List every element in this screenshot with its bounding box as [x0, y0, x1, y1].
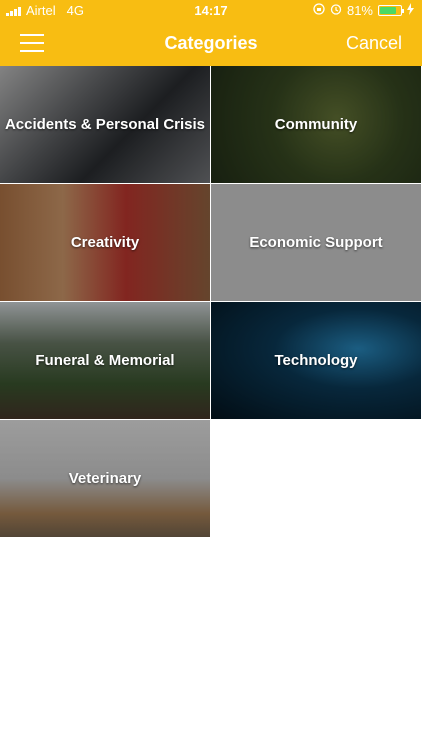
category-label: Funeral & Memorial [35, 352, 175, 369]
category-tile-creativity[interactable]: Creativity [0, 184, 210, 301]
category-label: Creativity [70, 234, 140, 251]
category-tile-economic-support[interactable]: Economic Support [211, 184, 421, 301]
category-tile-veterinary[interactable]: Veterinary [0, 420, 210, 537]
status-bar: Airtel 4G 14:17 81% [0, 0, 422, 22]
category-tile-accidents[interactable]: Accidents & Personal Crisis [0, 66, 210, 183]
orientation-lock-icon [313, 3, 325, 18]
category-label: Accidents & Personal Crisis [4, 116, 206, 133]
category-tile-community[interactable]: Community [211, 66, 421, 183]
category-label: Economic Support [249, 234, 383, 251]
alarm-clock-icon [330, 3, 342, 18]
category-label: Community [274, 116, 358, 133]
category-tile-funeral[interactable]: Funeral & Memorial [0, 302, 210, 419]
category-tile-technology[interactable]: Technology [211, 302, 421, 419]
status-right: 81% [313, 3, 414, 18]
category-label: Technology [274, 352, 358, 369]
charging-bolt-icon [407, 3, 414, 18]
category-label: Veterinary [68, 470, 142, 487]
battery-level [380, 7, 397, 14]
battery-icon [378, 5, 404, 16]
cancel-button[interactable]: Cancel [346, 33, 402, 54]
navigation-bar: Categories Cancel [0, 22, 422, 66]
battery-percent: 81% [346, 3, 373, 18]
